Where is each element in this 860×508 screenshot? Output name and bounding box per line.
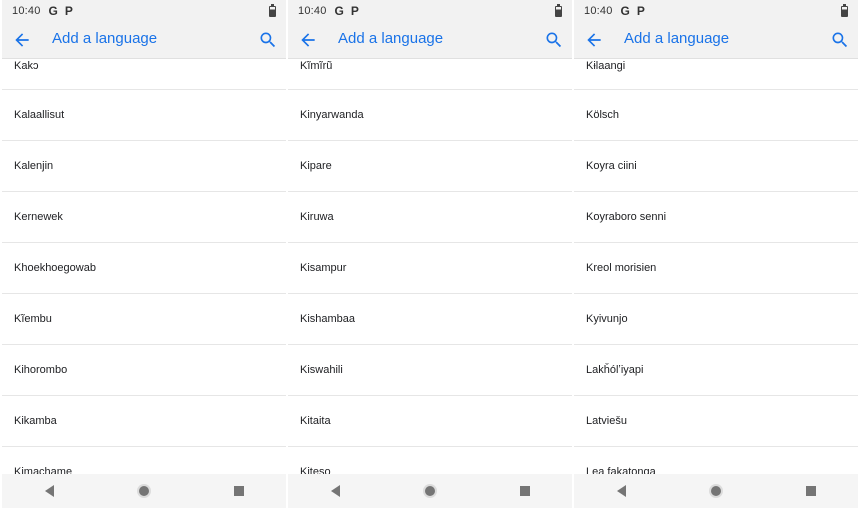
system-nav-bar [574,474,858,508]
list-item[interactable]: Kisampur [288,243,572,294]
list-item[interactable]: Kalenjin [2,141,286,192]
status-bar: 10:40 G P [574,0,858,22]
list-item[interactable]: Kiswahili [288,345,572,396]
phone-screen-2: 10:40 G P Add a language Kĩmĩrũ Kinyarwa… [288,0,572,508]
language-list: Kĩmĩrũ Kinyarwanda Kipare Kiruwa Kisampu… [288,59,572,474]
parking-notification-icon: P [64,4,73,18]
parking-notification-icon: P [350,4,359,18]
battery-icon [269,4,276,17]
phone-screen-1: 10:40 G P Add a language Kakɔ Kalaallisu… [2,0,286,508]
list-item[interactable]: Khoekhoegowab [2,243,286,294]
search-icon[interactable] [544,30,564,50]
status-bar: 10:40 G P [288,0,572,22]
battery-icon [555,4,562,17]
nav-recents-icon[interactable] [233,486,244,496]
nav-home-icon[interactable] [710,486,721,496]
nav-back-icon[interactable] [44,485,54,497]
list-item[interactable]: Kihorombo [2,345,286,396]
page-title: Add a language [52,30,158,47]
arrow-back-icon[interactable] [12,30,32,50]
list-item[interactable]: Kyivunjo [574,294,858,345]
nav-back-icon[interactable] [616,485,626,497]
list-item[interactable]: Kiruwa [288,192,572,243]
status-time: 10:40 [584,5,613,17]
list-item[interactable]: Kishambaa [288,294,572,345]
list-item[interactable]: Kĩmĩrũ [288,59,572,90]
list-item[interactable]: Kimachame [2,447,286,474]
status-time: 10:40 [298,5,327,17]
page-title: Add a language [624,30,730,47]
arrow-back-icon[interactable] [298,30,318,50]
list-item[interactable]: Kikamba [2,396,286,447]
app-bar: Add a language [2,22,286,59]
language-list: Kɨlaangi Kölsch Koyra ciini Koyraboro se… [574,59,858,474]
list-item[interactable]: Lea fakatonga [574,447,858,474]
list-item[interactable]: Kiteso [288,447,572,474]
list-item[interactable]: Kitaita [288,396,572,447]
list-item[interactable]: Kölsch [574,90,858,141]
list-item[interactable]: Koyra ciini [574,141,858,192]
status-bar: 10:40 G P [2,0,286,22]
nav-back-icon[interactable] [330,485,340,497]
list-item[interactable]: Koyraboro senni [574,192,858,243]
list-item[interactable]: Kipare [288,141,572,192]
app-bar: Add a language [288,22,572,59]
list-item[interactable]: Kĩembu [2,294,286,345]
status-time: 10:40 [12,5,41,17]
battery-icon [841,4,848,17]
list-item[interactable]: Kernewek [2,192,286,243]
nav-recents-icon[interactable] [805,486,816,496]
list-item[interactable]: Kakɔ [2,59,286,90]
nav-home-icon[interactable] [138,486,149,496]
language-list: Kakɔ Kalaallisut Kalenjin Kernewek Khoek… [2,59,286,474]
list-item[interactable]: Kalaallisut [2,90,286,141]
search-icon[interactable] [830,30,850,50]
google-notification-icon: G [48,4,58,18]
system-nav-bar [2,474,286,508]
list-item[interactable]: Kɨlaangi [574,59,858,90]
list-item[interactable]: Latviešu [574,396,858,447]
system-nav-bar [288,474,572,508]
list-item[interactable]: Kreol morisien [574,243,858,294]
phone-screen-3: 10:40 G P Add a language Kɨlaangi Kölsch… [574,0,858,508]
parking-notification-icon: P [636,4,645,18]
app-bar: Add a language [574,22,858,59]
nav-home-icon[interactable] [424,486,435,496]
nav-recents-icon[interactable] [519,486,530,496]
google-notification-icon: G [334,4,344,18]
search-icon[interactable] [258,30,278,50]
page-title: Add a language [338,30,444,47]
google-notification-icon: G [620,4,630,18]
arrow-back-icon[interactable] [584,30,604,50]
list-item[interactable]: Kinyarwanda [288,90,572,141]
list-item[interactable]: Lakȟólʼiyapi [574,345,858,396]
